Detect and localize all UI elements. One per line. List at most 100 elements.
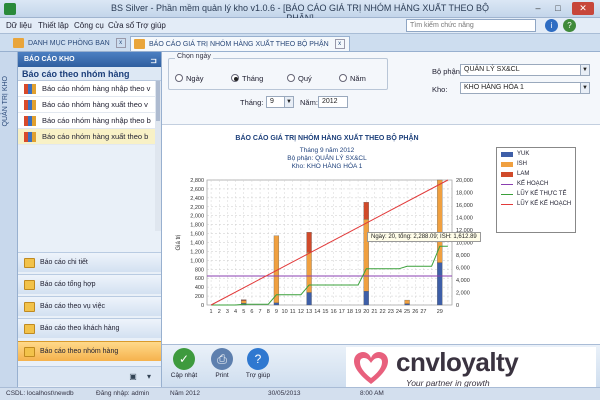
print-label: Print	[215, 372, 229, 379]
bar-lam	[241, 299, 247, 301]
radio-quarter[interactable]: Quý	[287, 74, 312, 83]
chevron-down-icon[interactable]: ▼	[580, 65, 589, 75]
x-tick-label: 29	[437, 309, 443, 315]
x-tick-label: 12	[298, 309, 304, 315]
x-tick-label: 10	[282, 309, 288, 315]
tree-item-selected[interactable]: Báo cáo nhóm hàng xuất theo b	[18, 129, 161, 145]
menu-data[interactable]: Dữ liệu	[6, 21, 32, 30]
nav-label: Báo cáo theo khách hàng	[40, 325, 120, 332]
x-tick-label: 21	[371, 309, 377, 315]
year-label: Năm:	[300, 98, 318, 107]
left-panel: BÁO CÁO KHO ⊐ Báo cáo theo nhóm hàng Báo…	[18, 52, 162, 387]
radio-year[interactable]: Năm	[339, 74, 366, 83]
x-tick-label: 25	[404, 309, 410, 315]
configure-icon[interactable]: ▣	[128, 372, 138, 382]
help-icon[interactable]: ?	[563, 19, 576, 32]
chevron-down-icon[interactable]: ▾	[144, 372, 154, 382]
books-icon	[24, 84, 36, 94]
tab-departments[interactable]: DANH MỤC PHÒNG BAN x	[10, 36, 130, 51]
period-group: Chọn ngày Ngày Tháng Quý Năm	[168, 53, 388, 90]
x-tick-label: 14	[314, 309, 320, 315]
books-icon	[24, 100, 36, 110]
department-select[interactable]: QUẢN LÝ SX&CL ▼	[460, 64, 590, 76]
bar-ish	[241, 300, 247, 304]
nav-detail-report[interactable]: Báo cáo chi tiết	[18, 252, 161, 272]
scroll-thumb[interactable]	[156, 81, 160, 121]
chevron-down-icon[interactable]: ▼	[284, 97, 293, 107]
nav-group-report[interactable]: Báo cáo theo nhóm hàng	[18, 341, 161, 361]
panel-header: BÁO CÁO KHO ⊐	[18, 52, 161, 67]
y-tick-label: 1,600	[190, 232, 204, 238]
y2-tick-label: 20,000	[456, 178, 473, 184]
menu-settings[interactable]: Thiết lập	[38, 21, 69, 30]
radio-day[interactable]: Ngày	[175, 74, 204, 83]
cnvloyalty-logo: cnvloyalty Your partner in growth	[346, 347, 596, 392]
minimize-button[interactable]: –	[530, 2, 546, 15]
nav-label: Báo cáo chi tiết	[40, 259, 88, 266]
side-strip[interactable]: QUẢN TRỊ KHO	[0, 52, 18, 387]
y-tick-label: 800	[195, 267, 204, 273]
document-tabs: DANH MỤC PHÒNG BAN x BÁO CÁO GIÁ TRỊ NHÓ…	[0, 34, 600, 52]
radio-circle	[231, 74, 239, 82]
panel-subheader: Báo cáo theo nhóm hàng	[18, 67, 161, 81]
feature-search-input[interactable]: Tìm kiếm chức năng	[406, 19, 536, 32]
status-year: Năm 2012	[170, 390, 200, 397]
tree-item[interactable]: Báo cáo nhóm hàng xuất theo v	[18, 97, 161, 113]
pin-icon[interactable]: ⊐	[150, 53, 157, 68]
report-folder-icon	[24, 280, 35, 290]
tab-label: DANH MỤC PHÒNG BAN	[28, 40, 110, 47]
menu-tools[interactable]: Công cụ	[74, 21, 104, 30]
y-tick-label: 1,800	[190, 223, 204, 229]
chart-area: BÁO CÁO GIÁ TRỊ NHÓM HÀNG XUẤT THEO BỘ P…	[162, 124, 600, 344]
status-user: Đăng nhập: admin	[96, 390, 150, 397]
title-bar: BS Silver - Phần mềm quản lý kho v1.0.6 …	[0, 0, 600, 23]
tree-item-label: Báo cáo nhóm hàng nhập theo v	[42, 84, 151, 93]
x-tick-label: 7	[259, 309, 262, 315]
update-button[interactable]: ✓ Cập nhật	[166, 348, 202, 386]
x-tick-label: 2	[218, 309, 221, 315]
close-button[interactable]: ✕	[572, 2, 594, 15]
tree-item[interactable]: Báo cáo nhóm hàng nhập theo b	[18, 113, 161, 129]
report-icon	[134, 39, 145, 49]
menu-window[interactable]: Cửa sổ	[108, 21, 134, 30]
nav-customer-report[interactable]: Báo cáo theo khách hàng	[18, 318, 161, 338]
nav-summary-report[interactable]: Báo cáo tổng hợp	[18, 274, 161, 294]
help-button[interactable]: ? Trợ giúp	[240, 348, 276, 386]
y2-tick-label: 8,000	[456, 253, 470, 259]
tab-report[interactable]: BÁO CÁO GIÁ TRỊ NHÓM HÀNG XUẤT THEO BỘ P…	[130, 36, 350, 51]
help-label: Trợ giúp	[245, 372, 271, 379]
warehouse-value: KHO HÀNG HÓA 1	[464, 84, 524, 91]
tab-close-icon[interactable]: x	[115, 38, 126, 49]
tree-scrollbar[interactable]	[155, 81, 161, 231]
status-database: CSDL: localhost\newdb	[6, 390, 74, 397]
radio-circle	[175, 74, 183, 82]
bar-ish	[363, 219, 369, 292]
month-select[interactable]: 9 ▼	[266, 96, 294, 108]
y2-tick-label: 4,000	[456, 278, 470, 284]
tab-close-icon[interactable]: x	[334, 39, 345, 50]
print-button[interactable]: ⎙ Print	[204, 348, 240, 386]
nav-case-report[interactable]: Báo cáo theo vụ việc	[18, 296, 161, 316]
menu-help[interactable]: Trợ giúp	[136, 21, 166, 30]
warehouse-select[interactable]: KHO HÀNG HÓA 1 ▼	[460, 82, 590, 94]
year-input[interactable]: 2012	[318, 96, 348, 108]
maximize-button[interactable]: □	[550, 2, 566, 15]
month-label: Tháng:	[240, 98, 264, 107]
y-axis-label: Giá trị	[176, 234, 182, 250]
radio-label: Quý	[298, 74, 312, 83]
panel-header-label: BÁO CÁO KHO	[24, 56, 75, 63]
chevron-down-icon[interactable]: ▼	[580, 83, 589, 93]
y-tick-label: 2,000	[190, 214, 204, 220]
checkmark-icon: ✓	[173, 348, 195, 370]
info-icon[interactable]: i	[545, 19, 558, 32]
department-value: QUẢN LÝ SX&CL	[464, 66, 520, 73]
y2-tick-label: 6,000	[456, 266, 470, 272]
legend-item: ISH	[501, 161, 527, 167]
radio-month[interactable]: Tháng	[231, 74, 263, 83]
y-tick-label: 2,600	[190, 187, 204, 193]
tree-item[interactable]: Báo cáo nhóm hàng nhập theo v	[18, 81, 161, 97]
y-tick-label: 2,800	[190, 178, 204, 184]
heart-logo-icon	[354, 352, 388, 384]
x-tick-label: 13	[306, 309, 312, 315]
x-tick-label: 9	[275, 309, 278, 315]
